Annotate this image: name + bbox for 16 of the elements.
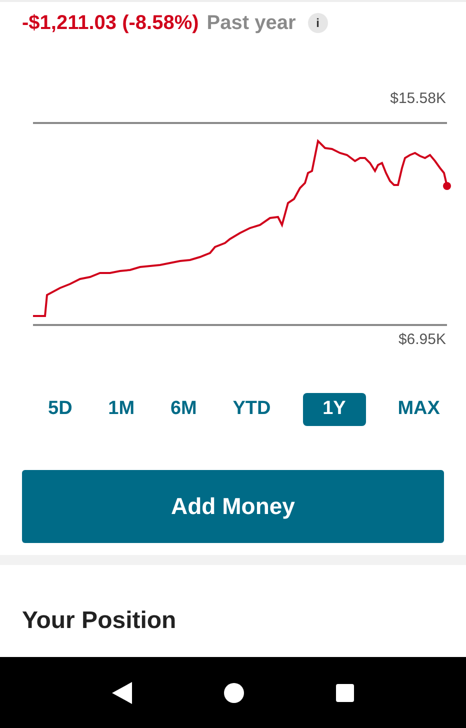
period-label: Past year [206, 11, 296, 36]
range-tab[interactable]: MAX [394, 393, 444, 426]
low-value-label: $6.95K [398, 330, 446, 350]
range-tab[interactable]: 5D [44, 393, 76, 426]
home-icon[interactable] [224, 682, 244, 702]
value-change: -$1,211.03 (-8.58%) [22, 11, 199, 36]
range-tab[interactable]: YTD [228, 393, 275, 426]
range-tab[interactable]: 1M [104, 393, 139, 426]
back-icon[interactable] [112, 682, 132, 704]
add-money-button[interactable]: Add Money [22, 470, 444, 543]
range-tab[interactable]: 1Y [302, 393, 366, 426]
recents-icon[interactable] [336, 684, 354, 702]
range-tab[interactable]: 6M [166, 393, 201, 426]
high-value-label: $15.58K [390, 89, 446, 109]
section-title: Your Position [22, 607, 176, 634]
info-button[interactable]: i [308, 13, 328, 33]
